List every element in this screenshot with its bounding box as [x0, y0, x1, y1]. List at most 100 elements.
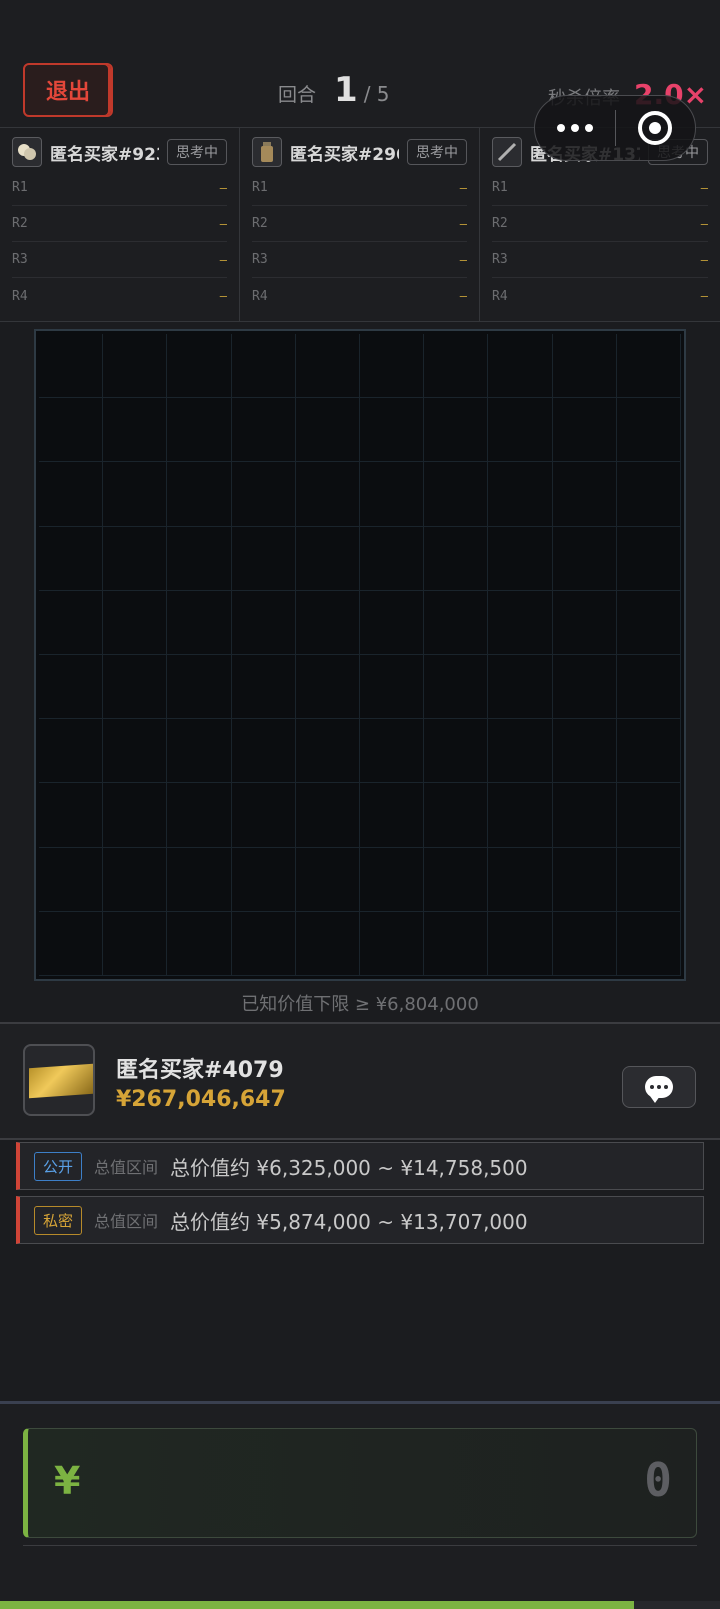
board-cell	[616, 526, 681, 591]
board-cell	[167, 719, 232, 784]
board-cell	[167, 783, 232, 848]
player-round-row: R4—	[492, 288, 708, 304]
board-cell	[103, 590, 168, 655]
timer-progress-fill	[0, 1601, 634, 1609]
board-cell	[552, 654, 617, 720]
board-cell	[359, 847, 425, 912]
board-cell	[488, 526, 553, 591]
board-cell	[39, 526, 104, 591]
board-cell	[103, 654, 168, 720]
board-cell	[359, 719, 425, 784]
public-tag: 公开	[34, 1151, 83, 1181]
board-cell	[295, 719, 360, 784]
board-cell	[359, 783, 425, 848]
player-status: 思考中	[167, 139, 227, 165]
player-round-row: R2—	[492, 206, 708, 242]
player-column: 匿名买家#296 思考中 R1— R2— R3— R4—	[240, 128, 480, 322]
board-cell	[424, 526, 489, 591]
board-cell	[39, 334, 104, 399]
chat-icon	[645, 1076, 673, 1103]
board-cell	[616, 719, 681, 784]
board-cell	[616, 847, 681, 912]
board-cell	[39, 462, 104, 527]
player-round-row: R1—	[492, 170, 708, 206]
board-cell	[231, 783, 296, 848]
board-cell	[424, 847, 489, 912]
board-cell	[167, 526, 232, 591]
close-target-icon[interactable]	[616, 111, 696, 145]
board-cell	[488, 462, 553, 527]
board-cell	[231, 462, 296, 527]
player-round-row: R3—	[12, 242, 227, 278]
player-round-row: R4—	[12, 288, 227, 304]
board-cell	[167, 590, 232, 655]
board-cell	[616, 590, 681, 655]
chat-button[interactable]	[622, 1066, 696, 1108]
board-cell	[103, 462, 168, 527]
board-cell	[488, 847, 553, 912]
board-cell	[39, 654, 104, 720]
board-cell	[359, 398, 425, 463]
board-cell	[295, 654, 360, 720]
board-cell	[552, 590, 617, 655]
public-clue-label: 总值区间	[94, 1158, 159, 1177]
gold-bar-icon	[23, 1044, 95, 1116]
board-cell	[167, 847, 232, 912]
my-player-bar: 匿名买家#4079 ¥267,046,647	[0, 1022, 720, 1140]
private-tag: 私密	[34, 1205, 83, 1235]
board-cell	[295, 526, 360, 591]
round-total: / 5	[363, 82, 390, 106]
private-clue: 私密 总值区间 总价值约 ¥5,874,000 ~ ¥13,707,000	[16, 1196, 704, 1244]
board-cell	[552, 911, 617, 976]
board-cell	[488, 911, 553, 976]
more-icon[interactable]	[535, 124, 615, 132]
board-cell	[552, 398, 617, 463]
board-cell	[424, 462, 489, 527]
board-cell	[103, 783, 168, 848]
board-cell	[231, 911, 296, 976]
board-cell	[295, 334, 360, 399]
board-cell	[103, 398, 168, 463]
board-cell	[39, 911, 104, 976]
board-cell	[295, 590, 360, 655]
player-round-row: R3—	[492, 242, 708, 278]
currency-symbol: ¥	[54, 1459, 81, 1503]
board-cell	[616, 783, 681, 848]
round-label: 回合	[278, 84, 317, 106]
board-cell	[488, 398, 553, 463]
player-column: 匿名买家#923 思考中 R1— R2— R3— R4—	[0, 128, 240, 322]
item-board	[34, 329, 686, 981]
board-cell	[424, 334, 489, 399]
private-clue-label: 总值区间	[94, 1212, 159, 1231]
board-cell	[231, 334, 296, 399]
board-cell	[103, 847, 168, 912]
board-cell	[295, 462, 360, 527]
board-cell	[424, 590, 489, 655]
board-cell	[552, 334, 617, 399]
board-cell	[167, 462, 232, 527]
board-cell	[552, 526, 617, 591]
board-cell	[295, 783, 360, 848]
board-cell	[488, 654, 553, 720]
board-cell	[167, 334, 232, 399]
my-name: 匿名买家#4079	[116, 1058, 284, 1083]
round-indicator: 回合 1 / 5	[278, 70, 390, 110]
bid-input[interactable]: ¥ 0	[23, 1428, 697, 1538]
board-cell	[39, 847, 104, 912]
player-round-row: R2—	[252, 206, 467, 242]
exit-button[interactable]: 退出	[23, 63, 113, 117]
board-cell	[488, 783, 553, 848]
bottle-icon	[252, 137, 282, 167]
board-cell	[231, 590, 296, 655]
board-cell	[616, 911, 681, 976]
public-clue-value: 总价值约 ¥6,325,000 ~ ¥14,758,500	[170, 1155, 528, 1180]
mini-program-capsule	[534, 95, 696, 161]
player-round-row: R3—	[252, 242, 467, 278]
knife-icon	[492, 137, 522, 167]
board-cell	[552, 847, 617, 912]
board-cell	[359, 526, 425, 591]
round-current: 1	[334, 70, 358, 110]
board-cell	[103, 911, 168, 976]
board-cell	[231, 398, 296, 463]
player-name: 匿名买家#296	[290, 144, 399, 165]
